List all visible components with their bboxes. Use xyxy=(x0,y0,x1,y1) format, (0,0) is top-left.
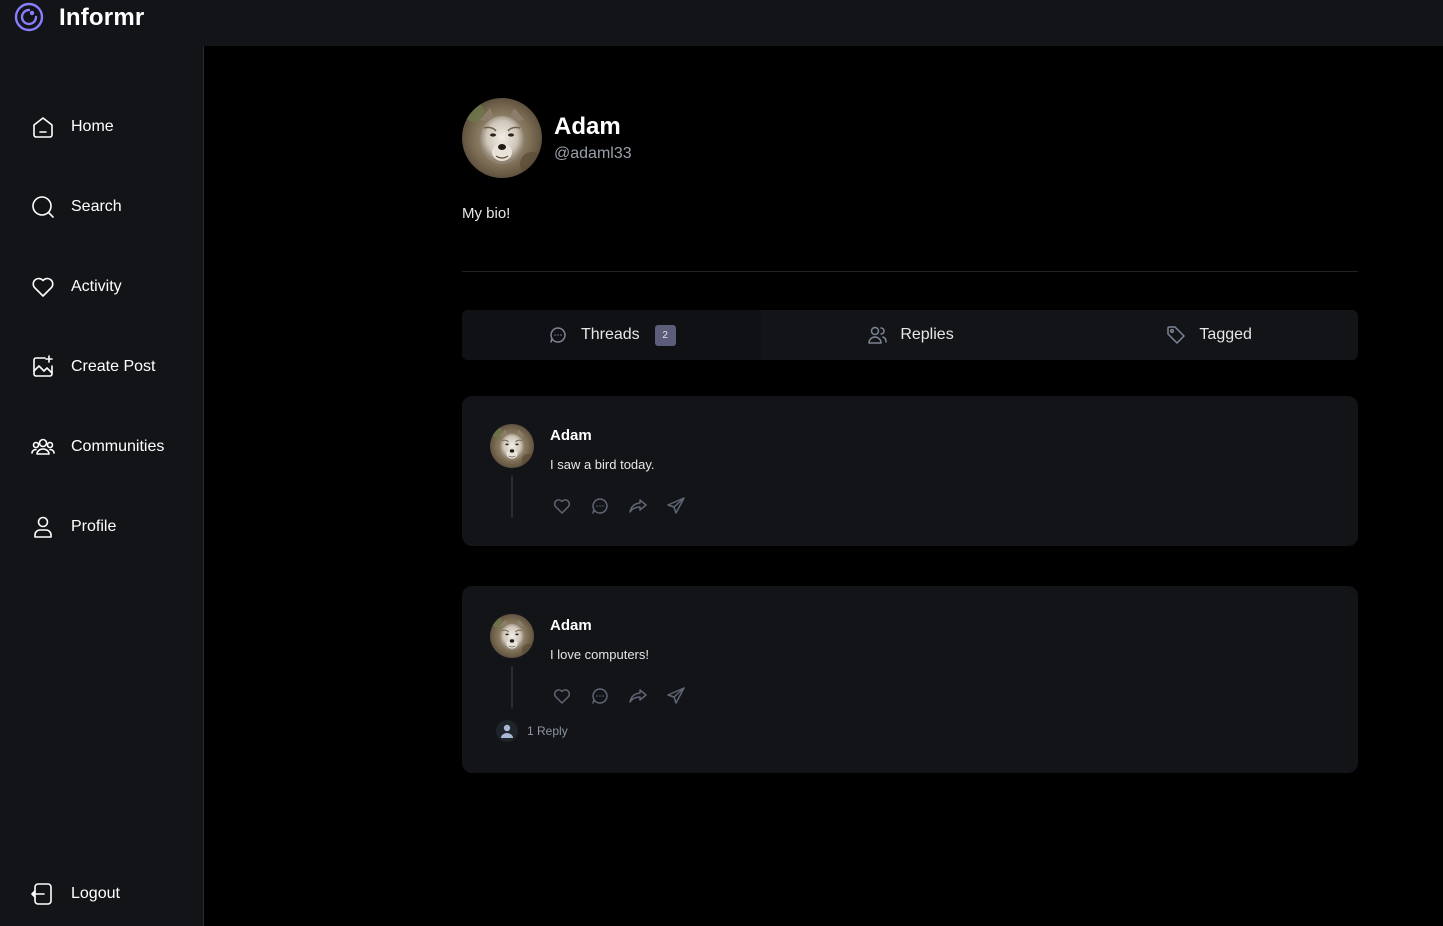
search-icon xyxy=(30,194,56,220)
reply-avatar-icon xyxy=(496,720,518,742)
share-icon[interactable] xyxy=(664,495,688,517)
sidebar-item-communities[interactable]: Communities xyxy=(30,427,164,467)
thread-line xyxy=(511,666,513,708)
profile-tabs: Threads 2 Replies Tagged xyxy=(462,310,1358,360)
profile-name: Adam xyxy=(554,113,621,140)
sidebar-item-search[interactable]: Search xyxy=(30,187,122,227)
heart-icon[interactable] xyxy=(550,685,574,707)
logo-icon[interactable] xyxy=(14,2,44,32)
tab-tagged[interactable]: Tagged xyxy=(1059,310,1358,360)
users-icon xyxy=(866,324,888,346)
top-bar: Informr xyxy=(0,0,1443,46)
avatar[interactable] xyxy=(490,614,534,658)
profile-handle: @adaml33 xyxy=(554,145,632,162)
profile-bio: My bio! xyxy=(462,205,511,222)
share-icon[interactable] xyxy=(664,685,688,707)
tag-icon xyxy=(1165,324,1187,346)
thread-content: I love computers! xyxy=(550,647,649,662)
tab-threads[interactable]: Threads 2 xyxy=(462,310,761,360)
sidebar-item-home[interactable]: Home xyxy=(30,107,114,147)
avatar[interactable] xyxy=(490,424,534,468)
users-icon xyxy=(30,434,56,460)
heart-icon xyxy=(30,274,56,300)
sidebar-item-label: Home xyxy=(71,118,114,135)
sidebar-item-label: Profile xyxy=(71,518,117,535)
repost-icon[interactable] xyxy=(626,495,650,517)
thread-content: I saw a bird today. xyxy=(550,457,655,472)
reply-icon[interactable] xyxy=(588,685,612,707)
home-icon xyxy=(30,114,56,140)
divider xyxy=(462,271,1358,272)
sidebar-item-label: Create Post xyxy=(71,358,156,375)
user-icon xyxy=(30,514,56,540)
thread-author[interactable]: Adam xyxy=(550,427,592,444)
logout-icon xyxy=(30,881,56,907)
thread-author[interactable]: Adam xyxy=(550,617,592,634)
sidebar-item-label: Search xyxy=(71,198,122,215)
logout-button[interactable]: Logout xyxy=(30,874,120,914)
tab-label: Tagged xyxy=(1199,326,1252,343)
reply-icon[interactable] xyxy=(588,495,612,517)
tab-label: Threads xyxy=(580,326,640,343)
repost-icon[interactable] xyxy=(626,685,650,707)
thread-line xyxy=(511,476,513,518)
sidebar-item-create-post[interactable]: Create Post xyxy=(30,347,155,387)
thread-card[interactable]: Adam I saw a bird today. xyxy=(462,396,1358,546)
profile-header: Adam @adaml33 xyxy=(462,98,632,178)
heart-icon[interactable] xyxy=(550,495,574,517)
sidebar-item-label: Activity xyxy=(71,278,122,295)
sidebar-item-activity[interactable]: Activity xyxy=(30,267,122,307)
thread-card[interactable]: Adam I love computers! 1 Reply xyxy=(462,586,1358,773)
thread-actions xyxy=(550,495,702,517)
tab-replies[interactable]: Replies xyxy=(761,310,1060,360)
image-plus-icon xyxy=(30,354,56,380)
thread-actions xyxy=(550,685,702,707)
sidebar: Home Search Activity Create Post Communi… xyxy=(0,46,204,926)
tab-label: Replies xyxy=(900,326,954,343)
sidebar-item-label: Communities xyxy=(71,438,165,455)
reply-count: 1 Reply xyxy=(527,724,568,738)
sidebar-item-profile[interactable]: Profile xyxy=(30,507,116,547)
avatar xyxy=(462,98,542,178)
reply-count-link[interactable]: 1 Reply xyxy=(496,720,568,742)
count-badge: 2 xyxy=(654,324,676,346)
main-content: Adam @adaml33 My bio! Threads 2 Replies … xyxy=(205,46,1443,926)
chat-bubble-icon xyxy=(547,324,569,346)
logout-label: Logout xyxy=(71,885,120,902)
app-title[interactable]: Informr xyxy=(59,4,144,32)
